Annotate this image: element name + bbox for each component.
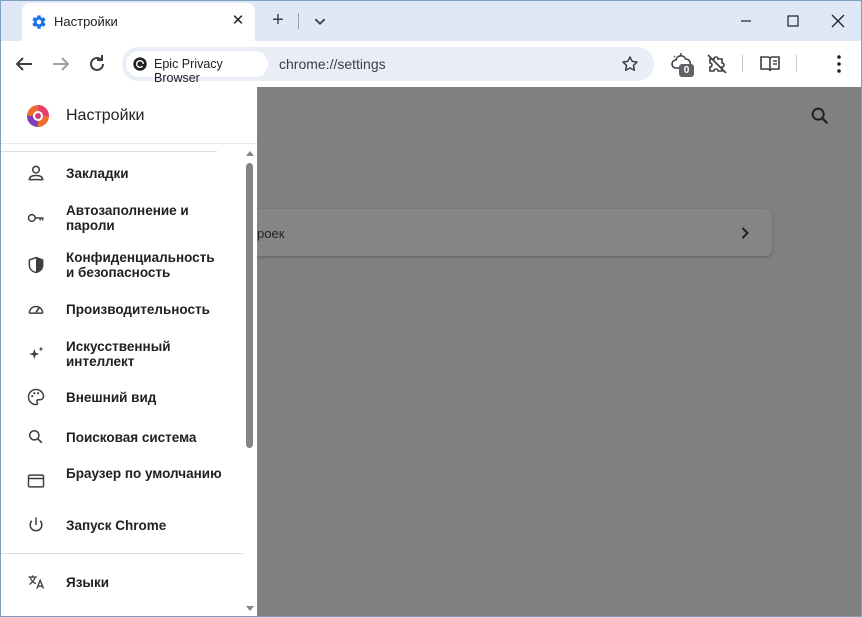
maximize-icon: [787, 15, 799, 27]
card-text: роек: [257, 226, 285, 241]
sidebar-item-search-engine[interactable]: Поисковая система: [1, 427, 243, 447]
sidebar-item-label: Автозаполнение и пароли: [66, 203, 189, 233]
new-tab-button[interactable]: +: [267, 10, 289, 32]
speedometer-icon: [28, 305, 44, 314]
search-icon: [29, 430, 43, 444]
sidebar-item-label: Закладки: [66, 166, 129, 181]
divider: [1, 553, 243, 554]
minimize-button[interactable]: [733, 9, 759, 33]
tab-title: Настройки: [54, 14, 118, 29]
minimize-icon: [741, 20, 751, 22]
sidebar-item-performance[interactable]: Производительность: [1, 299, 243, 319]
tab-settings[interactable]: Настройки ✕: [22, 3, 255, 41]
divider: [1, 151, 217, 152]
more-vert-icon[interactable]: [827, 52, 851, 76]
sidebar-item-label: Внешний вид: [66, 390, 157, 405]
sidebar-item-label: Браузер по умолчанию: [66, 466, 222, 481]
toolbar: Epic Privacy Browser chrome://settings: [1, 41, 861, 87]
forward-arrow-icon[interactable]: [49, 52, 73, 76]
omnibox[interactable]: Epic Privacy Browser chrome://settings: [122, 47, 654, 85]
person-icon: [28, 165, 44, 181]
browser-window: Настройки ✕ + Epic Privacy Browser chrom…: [0, 0, 862, 617]
key-icon: [27, 213, 44, 223]
shield-icon: [28, 256, 44, 274]
back-arrow-icon[interactable]: [12, 52, 36, 76]
power-icon: [29, 517, 43, 532]
tab-close-icon[interactable]: ✕: [229, 12, 247, 30]
sidebar-item-languages[interactable]: Языки: [1, 572, 243, 592]
bookmark-star-icon[interactable]: [620, 54, 640, 74]
sidebar-item-autofill[interactable]: Автозаполнение и пароли: [1, 203, 243, 233]
scroll-down-arrow-icon[interactable]: [245, 603, 255, 613]
sidebar-item-label: Производительность: [66, 302, 210, 317]
maximize-button[interactable]: [780, 9, 806, 33]
scroll-up-arrow-icon[interactable]: [245, 149, 255, 159]
settings-content: роек Настройки Закладки Автозаполнение и…: [1, 87, 861, 616]
tab-separator: [298, 13, 299, 29]
drawer-title: Настройки: [66, 107, 145, 124]
url-text[interactable]: chrome://settings: [279, 56, 386, 72]
reload-icon[interactable]: [85, 52, 109, 76]
drawer-header: Настройки: [1, 87, 257, 144]
reading-mode-icon[interactable]: [758, 52, 782, 76]
site-info-chip[interactable]: Epic Privacy Browser: [126, 51, 268, 85]
sidebar-item-label: Поисковая система: [66, 430, 197, 445]
settings-gear-icon: [32, 15, 46, 29]
close-icon: [831, 14, 845, 28]
toolbar-separator: [742, 55, 743, 72]
extension-badge: 0: [679, 64, 694, 77]
scrollbar-thumb[interactable]: [246, 163, 253, 448]
sidebar-item-privacy[interactable]: Конфиденциальность и безопасность: [1, 250, 243, 280]
tab-strip: Настройки ✕ +: [1, 1, 861, 41]
sidebar-item-default-browser[interactable]: Браузер по умолчанию: [1, 466, 243, 496]
search-icon[interactable]: [809, 105, 831, 127]
epic-logo-icon: [133, 57, 147, 71]
settings-card-row[interactable]: роек: [257, 209, 772, 256]
sidebar-item-label: Запуск Chrome: [66, 518, 167, 533]
chevron-right-icon: [741, 227, 749, 239]
sidebar-item-bookmarks[interactable]: Закладки: [1, 163, 243, 183]
translate-icon: [28, 575, 45, 589]
chevron-down-icon[interactable]: [309, 10, 331, 32]
settings-drawer: Настройки Закладки Автозаполнение и паро…: [1, 87, 257, 616]
sidebar-item-ai[interactable]: Искусственный интеллект: [1, 339, 243, 369]
drawer-scrollbar[interactable]: [244, 149, 256, 616]
sidebar-item-label: Искусственный интеллект: [66, 339, 171, 369]
toolbar-separator: [796, 55, 797, 72]
browser-window-icon: [27, 474, 45, 488]
extensions-puzzle-icon[interactable]: [705, 52, 729, 76]
sidebar-item-label: Конфиденциальность и безопасность: [66, 250, 215, 280]
sparkle-icon: [29, 346, 44, 359]
site-chip-label: Epic Privacy Browser: [154, 57, 223, 85]
sidebar-item-appearance[interactable]: Внешний вид: [1, 387, 243, 407]
sidebar-item-label: Языки: [66, 575, 109, 590]
close-window-button[interactable]: [825, 9, 851, 33]
sidebar-item-on-startup[interactable]: Запуск Chrome: [1, 515, 243, 535]
epic-logo-icon: [27, 105, 49, 127]
palette-icon: [27, 388, 45, 406]
